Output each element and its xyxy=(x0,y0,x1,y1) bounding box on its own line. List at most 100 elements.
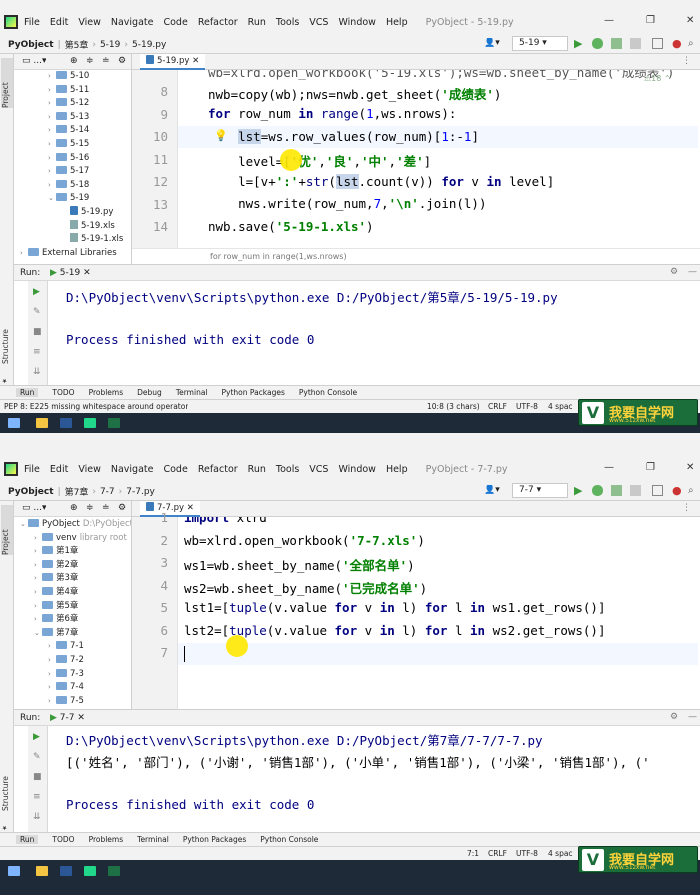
chevron-right-icon[interactable]: › xyxy=(34,600,42,614)
tree-item[interactable]: ⌄ 第7章 xyxy=(14,627,78,641)
crumb-project[interactable]: PyObject xyxy=(8,487,54,497)
scroll-end-icon[interactable]: ⇊ xyxy=(33,812,43,822)
tree-item[interactable]: › 第6章 xyxy=(14,613,78,627)
menu-navigate[interactable]: Navigate xyxy=(111,17,154,28)
gear-icon[interactable]: ⚙ xyxy=(118,503,126,513)
stop-icon[interactable] xyxy=(630,38,641,49)
crumb-chapter[interactable]: 第5章 xyxy=(65,38,89,51)
crumb-folder[interactable]: 5-19 xyxy=(100,40,120,50)
tree-item[interactable]: › 7-1 xyxy=(14,640,84,654)
collapse-icon[interactable]: ≐ xyxy=(102,56,110,66)
explorer-icon[interactable] xyxy=(36,418,48,428)
tree-item[interactable]: › 第5章 xyxy=(14,600,78,614)
bottom-tab-terminal[interactable]: Terminal xyxy=(137,835,169,844)
chevron-right-icon[interactable]: › xyxy=(34,572,42,586)
code-line-13[interactable]: l=[v+':'+str(lst.count(v)) for v in leve… xyxy=(208,174,554,189)
code-line-3[interactable]: ws1=wb.sheet_by_name('全部名单') xyxy=(184,555,415,574)
chevron-right-icon[interactable]: › xyxy=(48,165,56,179)
code-line-12[interactable]: level=['优','良','中','差'] xyxy=(208,151,431,170)
menu-help[interactable]: Help xyxy=(386,464,408,475)
chevron-right-icon[interactable]: › xyxy=(48,138,56,152)
menu-code[interactable]: Code xyxy=(163,17,187,28)
tree-item[interactable]: 5-19-1.xls xyxy=(14,233,123,247)
tree-item[interactable]: › External Libraries xyxy=(14,247,117,261)
tree-item[interactable]: › 5-15 xyxy=(14,138,89,152)
chevron-right-icon[interactable]: › xyxy=(34,559,42,573)
tree-item[interactable]: › 7-3 xyxy=(14,668,84,682)
stop-run-icon[interactable]: ■ xyxy=(33,327,43,337)
caret-position[interactable]: 10:8 (3 chars) xyxy=(427,402,480,411)
crumb-folder[interactable]: 7-7 xyxy=(100,487,115,497)
tree-item[interactable]: › 第3章 xyxy=(14,572,78,586)
update-icon[interactable]: ● xyxy=(672,38,683,49)
code-line-6[interactable]: lst2=[tuple(v.value for v in l) for l in… xyxy=(184,623,606,638)
tree-item[interactable]: › 第4章 xyxy=(14,586,78,600)
minimize-icon[interactable]: — xyxy=(604,15,614,26)
word-icon[interactable] xyxy=(60,418,72,428)
tree-item[interactable]: › 5-10 xyxy=(14,70,89,84)
chevron-right-icon[interactable]: › xyxy=(48,97,56,111)
close-icon[interactable]: ✕ xyxy=(686,15,694,26)
chevron-right-icon[interactable]: › xyxy=(48,654,56,668)
menu-tools[interactable]: Tools xyxy=(276,17,299,28)
tree-item[interactable]: 5-19.xls xyxy=(14,219,115,234)
chevron-right-icon[interactable]: › xyxy=(34,586,42,600)
menu-vcs[interactable]: VCS xyxy=(309,17,328,28)
inspection-count[interactable]: ⚠18 ⌃ xyxy=(644,74,671,83)
menu-navigate[interactable]: Navigate xyxy=(111,464,154,475)
menu-file[interactable]: File xyxy=(24,17,40,28)
wrench-icon[interactable]: ✎ xyxy=(33,307,43,317)
menu-window[interactable]: Window xyxy=(338,464,375,475)
chevron-right-icon[interactable]: › xyxy=(20,247,28,261)
wrench-icon[interactable]: ✎ xyxy=(33,752,43,762)
chevron-right-icon[interactable]: › xyxy=(48,695,56,709)
structure-tool-tab[interactable]: Structure xyxy=(1,771,13,811)
run-config-select[interactable]: 5-19 ▾ xyxy=(512,36,568,51)
crumb-file[interactable]: 7-7.py xyxy=(126,487,155,497)
scroll-end-icon[interactable]: ⇊ xyxy=(33,367,43,377)
run-tab[interactable]: ▶ 5-19 ✕ xyxy=(50,268,91,278)
crumb-file[interactable]: 5-19.py xyxy=(132,40,166,50)
chevron-right-icon[interactable]: › xyxy=(48,124,56,138)
search-icon[interactable]: ⌕ xyxy=(688,38,699,49)
rerun-icon[interactable]: ▶ xyxy=(33,287,43,297)
favorites-tool-tab[interactable]: ★ xyxy=(1,817,13,831)
excel-icon[interactable] xyxy=(108,866,120,876)
crumb-project[interactable]: PyObject xyxy=(8,40,54,50)
debug-icon[interactable] xyxy=(592,485,603,496)
bottom-tab-python-console[interactable]: Python Console xyxy=(260,835,318,844)
bottom-tab-problems[interactable]: Problems xyxy=(89,388,124,397)
debug-icon[interactable] xyxy=(592,38,603,49)
tree-item[interactable]: › 5-12 xyxy=(14,97,89,111)
menu-view[interactable]: View xyxy=(78,464,101,475)
menu-run[interactable]: Run xyxy=(248,17,266,28)
editor-tab[interactable]: 5-19.py ✕ xyxy=(140,54,206,70)
file-encoding[interactable]: UTF-8 xyxy=(516,402,538,411)
explorer-icon[interactable] xyxy=(36,866,48,876)
bottom-tab-todo[interactable]: TODO xyxy=(52,835,74,844)
code-line-4[interactable]: ws2=wb.sheet_by_name('已完成名单') xyxy=(184,578,427,597)
scope-hint[interactable]: for row_num in range(1,ws.nrows) xyxy=(210,252,347,261)
maximize-icon[interactable]: ❐ xyxy=(646,15,655,26)
caret-position[interactable]: 7:1 xyxy=(467,849,479,858)
chevron-down-icon[interactable]: ⌄ xyxy=(34,627,42,641)
lightbulb-icon[interactable]: 💡 xyxy=(214,129,228,142)
chevron-down-icon[interactable]: ⌄ xyxy=(48,192,56,206)
run-tab[interactable]: ▶ 7-7 ✕ xyxy=(50,713,85,723)
code-line-11[interactable]: lst=ws.row_values(row_num)[1:-1] xyxy=(208,129,479,144)
tree-item[interactable]: › venv library root xyxy=(14,532,127,546)
tree-item[interactable]: › 5-14 xyxy=(14,124,89,138)
menu-tools[interactable]: Tools xyxy=(276,464,299,475)
tree-item[interactable]: › 5-16 xyxy=(14,152,89,166)
tree-item[interactable]: ⌄ PyObject D:\PyObject xyxy=(14,518,131,532)
chevron-down-icon[interactable]: ⌄ xyxy=(20,518,28,532)
tree-item[interactable]: › 5-13 xyxy=(14,111,89,125)
gear-icon[interactable]: ⚙ xyxy=(118,56,126,66)
chevron-right-icon[interactable]: › xyxy=(34,545,42,559)
hide-panel-icon[interactable]: — xyxy=(688,267,697,277)
menu-run[interactable]: Run xyxy=(248,464,266,475)
run-icon[interactable]: ▶ xyxy=(574,38,585,49)
chevron-right-icon[interactable]: › xyxy=(48,179,56,193)
bottom-tab-python-packages[interactable]: Python Packages xyxy=(183,835,246,844)
tree-item[interactable]: › 7-5 xyxy=(14,695,84,709)
